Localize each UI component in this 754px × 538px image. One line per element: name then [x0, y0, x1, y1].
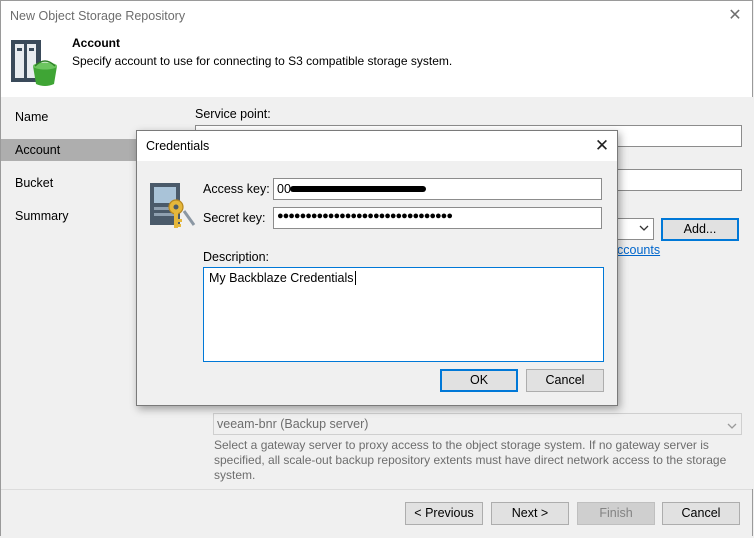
dialog-title: Credentials — [146, 139, 210, 153]
description-label: Description: — [203, 250, 269, 264]
dialog-titlebar: Credentials ✕ — [137, 131, 617, 161]
wizard-footer: < Previous Next > Finish Cancel — [1, 489, 752, 538]
cancel-button[interactable]: Cancel — [662, 502, 740, 525]
gateway-server-select[interactable]: veeam-bnr (Backup server) — [213, 413, 742, 435]
window-close-icon[interactable]: ✕ — [724, 5, 746, 27]
key-server-icon — [148, 181, 198, 234]
redaction-mark — [290, 186, 426, 192]
gateway-hint: Select a gateway server to proxy access … — [214, 438, 727, 482]
dialog-close-icon[interactable]: ✕ — [591, 135, 613, 157]
credentials-dialog: Credentials ✕ Access key: 00 Secret key:… — [136, 130, 618, 406]
secret-key-label: Secret key: — [203, 211, 266, 225]
gateway-server-value: veeam-bnr (Backup server) — [217, 417, 369, 431]
secret-key-input[interactable]: ●●●●●●●●●●●●●●●●●●●●●●●●●●●●●●● — [273, 207, 602, 229]
wizard-header: Account Specify account to use for conne… — [1, 32, 752, 96]
text-cursor — [354, 271, 356, 285]
manage-accounts-link[interactable]: ccounts — [617, 243, 660, 257]
service-point-label: Service point: — [195, 107, 271, 121]
description-value: My Backblaze Credentials — [209, 271, 354, 285]
sidebar-item-name[interactable]: Name — [1, 106, 181, 128]
window-titlebar: New Object Storage Repository ✕ — [1, 1, 752, 32]
window-title: New Object Storage Repository — [10, 9, 186, 23]
description-textarea[interactable]: My Backblaze Credentials — [203, 267, 604, 362]
chevron-down-icon — [727, 418, 737, 438]
storage-bucket-icon — [9, 38, 59, 91]
access-key-label: Access key: — [203, 182, 270, 196]
finish-button[interactable]: Finish — [577, 502, 655, 525]
access-key-value: 00 — [277, 182, 291, 196]
next-button[interactable]: Next > — [491, 502, 569, 525]
add-credentials-button[interactable]: Add... — [661, 218, 739, 241]
header-title: Account — [72, 36, 120, 50]
header-subtitle: Specify account to use for connecting to… — [72, 54, 453, 68]
access-key-input[interactable]: 00 — [273, 178, 602, 200]
ok-button[interactable]: OK — [440, 369, 518, 392]
dialog-cancel-button[interactable]: Cancel — [526, 369, 604, 392]
secret-key-value: ●●●●●●●●●●●●●●●●●●●●●●●●●●●●●●● — [277, 210, 453, 222]
chevron-down-icon — [639, 222, 649, 237]
previous-button[interactable]: < Previous — [405, 502, 483, 525]
